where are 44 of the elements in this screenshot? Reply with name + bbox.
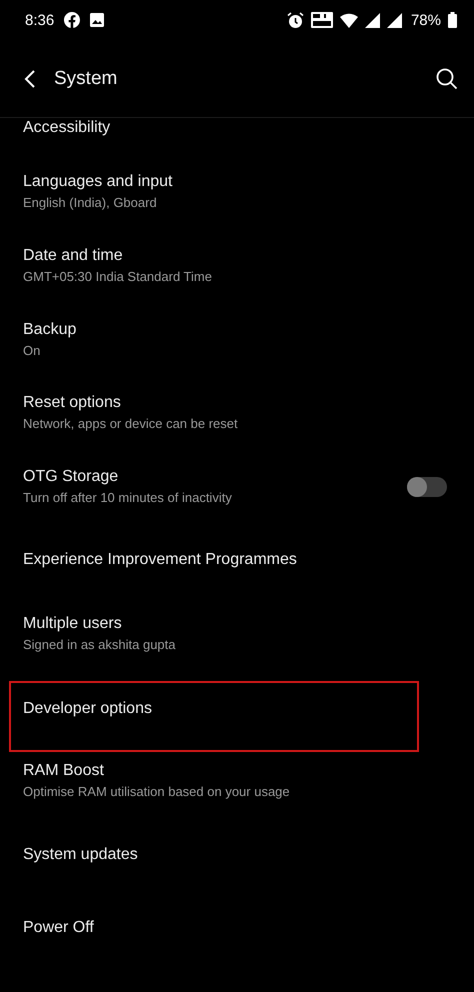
alarm-icon: [286, 12, 304, 28]
battery-percent: 78%: [410, 12, 441, 28]
settings-item[interactable]: Experience Improvement Programmes: [0, 523, 474, 598]
settings-item[interactable]: Languages and input English (India), Gboard: [0, 155, 474, 229]
settings-item[interactable]: Reset options Network, apps or device can be reset: [0, 376, 474, 450]
settings-item[interactable]: Power Off: [0, 892, 474, 966]
toggle-switch[interactable]: [407, 476, 447, 497]
battery-icon: [448, 12, 457, 28]
item-title: Accessibility: [23, 119, 112, 137]
status-time: 8:36: [25, 12, 54, 28]
item-title: Power Off: [23, 919, 95, 938]
item-subtitle: Network, apps or device can be reset: [23, 416, 239, 432]
signal-icon: [364, 12, 380, 28]
signal-icon: [386, 12, 402, 28]
item-subtitle: On: [23, 342, 42, 358]
item-title: OTG Storage: [23, 468, 120, 486]
item-title: System updates: [23, 846, 139, 864]
image-icon: [90, 13, 104, 27]
wifi-icon: [340, 12, 358, 28]
facebook-icon: [64, 12, 80, 28]
item-title: Reset options: [23, 394, 122, 412]
item-title: Backup: [23, 320, 78, 339]
settings-item[interactable]: Multiple users Signed in as akshita gupta: [0, 597, 474, 671]
settings-item[interactable]: Date and time GMT+05:30 India Standard Time: [0, 228, 474, 302]
settings-item[interactable]: Backup On: [0, 302, 474, 376]
item-subtitle: GMT+05:30 India Standard Time: [23, 269, 213, 284]
page-title: System: [54, 68, 118, 90]
item-title: Languages and input: [23, 173, 174, 192]
volte-wifi-icon: [310, 12, 333, 28]
item-title: Developer options: [23, 700, 153, 718]
item-title: RAM Boost: [23, 762, 105, 780]
item-subtitle: English (India), Gboard: [23, 195, 158, 210]
item-title: Multiple users: [23, 615, 123, 634]
item-subtitle: Signed in as akshita gupta: [23, 637, 176, 652]
back-icon[interactable]: [24, 70, 36, 88]
item-subtitle: Optimise RAM utilisation based on your usage: [23, 784, 291, 800]
item-title: Experience Improvement Programmes: [23, 551, 298, 570]
search-icon[interactable]: [436, 68, 458, 90]
item-subtitle: Turn off after 10 minutes of inactivity: [23, 490, 233, 506]
item-title: Date and time: [23, 247, 124, 266]
settings-item[interactable]: OTG Storage Turn off after 10 minutes of inactivity: [0, 450, 474, 524]
settings-item[interactable]: System updates: [0, 818, 474, 892]
settings-item[interactable]: Developer options: [9, 680, 419, 752]
settings-item[interactable]: Accessibility: [0, 118, 474, 155]
